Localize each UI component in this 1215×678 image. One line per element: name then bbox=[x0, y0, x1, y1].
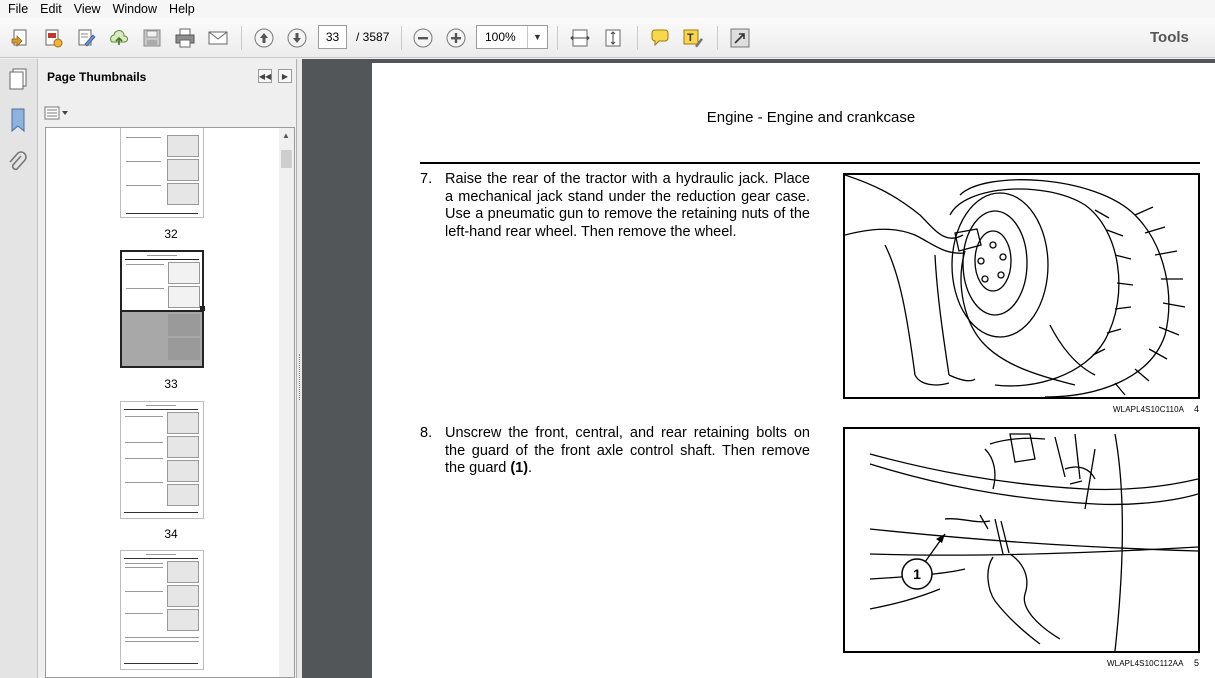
figure-code: WLAPL4S10C112AA bbox=[1107, 659, 1184, 668]
menu-bar: File Edit View Window Help bbox=[0, 0, 1215, 18]
step-text: Unscrew the front, central, and rear ret… bbox=[445, 425, 810, 477]
scroll-up-icon[interactable]: ▲ bbox=[282, 131, 290, 140]
menu-edit[interactable]: Edit bbox=[34, 0, 68, 18]
thumbnail-page-34[interactable] bbox=[120, 401, 204, 519]
next-page-icon[interactable] bbox=[284, 25, 310, 51]
document-viewport[interactable]: Engine - Engine and crankcase 7. Raise t… bbox=[302, 59, 1215, 678]
page-number-input[interactable] bbox=[318, 25, 347, 49]
thumbnail-label: 32 bbox=[164, 227, 178, 241]
thumbnail-label: 33 bbox=[164, 377, 178, 391]
menu-view[interactable]: View bbox=[68, 0, 107, 18]
expand-panel-icon[interactable]: ▶ bbox=[278, 69, 292, 83]
thumbnail-page-35[interactable] bbox=[120, 550, 204, 670]
create-icon[interactable] bbox=[7, 25, 33, 51]
upload-icon[interactable] bbox=[106, 25, 132, 51]
full-screen-icon[interactable] bbox=[727, 25, 753, 51]
menu-help[interactable]: Help bbox=[163, 0, 201, 18]
print-icon[interactable] bbox=[172, 25, 198, 51]
scrollbar-thumb[interactable] bbox=[281, 150, 292, 168]
zoom-input[interactable] bbox=[477, 26, 527, 48]
attachments-icon[interactable] bbox=[5, 149, 31, 177]
fit-page-icon[interactable] bbox=[600, 25, 626, 51]
navigation-rail bbox=[0, 59, 38, 678]
figure-number: 4 bbox=[1194, 404, 1200, 414]
options-menu-icon[interactable] bbox=[44, 105, 70, 121]
edit-icon[interactable] bbox=[73, 25, 99, 51]
convert-icon[interactable] bbox=[40, 25, 66, 51]
thumbnails-panel: Page Thumbnails ◀◀ ▶ 32 33 34 ▲ bbox=[39, 59, 297, 678]
thumbnail-page-32[interactable] bbox=[120, 128, 204, 218]
figure-wheel-removal bbox=[843, 173, 1200, 399]
save-icon[interactable] bbox=[139, 25, 165, 51]
page-header: Engine - Engine and crankcase bbox=[706, 109, 916, 126]
page-thumbnails-icon[interactable] bbox=[5, 65, 31, 93]
guard-removal-illustration: 1 bbox=[869, 433, 1198, 651]
page-total: / 3587 bbox=[356, 30, 390, 44]
zoom-in-icon[interactable] bbox=[443, 25, 469, 51]
thumbnail-scrollbar[interactable]: ▲ bbox=[279, 128, 294, 677]
document-page: Engine - Engine and crankcase 7. Raise t… bbox=[372, 63, 1215, 678]
menu-window[interactable]: Window bbox=[107, 0, 163, 18]
comment-icon[interactable] bbox=[647, 25, 673, 51]
step-number: 7. bbox=[420, 171, 433, 187]
thumbnail-label: 34 bbox=[164, 527, 178, 541]
figure-guard-removal: 1 bbox=[843, 427, 1200, 653]
svg-text:T: T bbox=[687, 32, 694, 44]
panel-title: Page Thumbnails bbox=[47, 70, 147, 84]
toolbar: / 3587 ▼ T Tools bbox=[0, 18, 1215, 58]
thumbnail-page-33[interactable] bbox=[120, 250, 205, 368]
zoom-out-icon[interactable] bbox=[410, 25, 436, 51]
bookmarks-icon[interactable] bbox=[5, 106, 31, 134]
collapse-panel-icon[interactable]: ◀◀ bbox=[258, 69, 272, 83]
previous-page-icon[interactable] bbox=[251, 25, 277, 51]
menu-file[interactable]: File bbox=[2, 0, 34, 18]
callout-label: 1 bbox=[913, 566, 921, 582]
chevron-down-icon[interactable]: ▼ bbox=[527, 26, 547, 48]
figure-code: WLAPL4S10C110A bbox=[1113, 405, 1185, 414]
zoom-select[interactable]: ▼ bbox=[476, 25, 548, 49]
wheel-removal-illustration bbox=[845, 175, 1186, 397]
step-text: Raise the rear of the tractor with a hyd… bbox=[445, 171, 810, 241]
thumbnail-list[interactable]: 32 33 34 ▲ bbox=[45, 127, 295, 678]
figure-number: 5 bbox=[1194, 658, 1200, 668]
tools-button[interactable]: Tools bbox=[1150, 29, 1189, 46]
email-icon[interactable] bbox=[205, 25, 231, 51]
header-rule bbox=[420, 162, 1200, 164]
step-number: 8. bbox=[420, 425, 433, 441]
highlight-text-icon[interactable]: T bbox=[680, 25, 706, 51]
fit-width-icon[interactable] bbox=[567, 25, 593, 51]
